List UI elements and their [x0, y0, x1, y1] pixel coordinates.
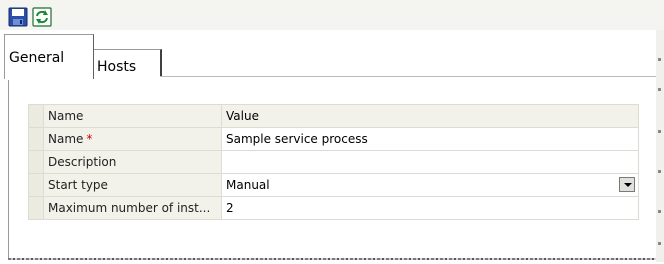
- refresh-icon: [32, 7, 52, 27]
- row-gutter[interactable]: [28, 127, 44, 151]
- property-label: Maximum number of inst...: [43, 196, 222, 220]
- property-row-name[interactable]: Name * Sample service process: [28, 127, 639, 151]
- start-type-selected-value: Manual: [226, 178, 270, 192]
- tab-general[interactable]: General: [4, 34, 94, 79]
- edge-mark: [658, 170, 661, 173]
- start-type-select[interactable]: Manual: [221, 173, 639, 197]
- max-instances-value-field[interactable]: 2: [221, 196, 639, 220]
- tab-hosts[interactable]: Hosts: [93, 49, 162, 76]
- property-row-start-type[interactable]: Start type Manual: [28, 173, 639, 197]
- column-header-name[interactable]: Name: [43, 104, 222, 128]
- row-gutter[interactable]: [28, 196, 44, 220]
- row-gutter: [28, 104, 44, 128]
- chevron-down-icon[interactable]: [619, 177, 635, 192]
- column-header-value[interactable]: Value: [221, 104, 639, 128]
- floppy-disk-icon: [8, 7, 28, 27]
- save-button[interactable]: [8, 7, 28, 27]
- edge-mark: [658, 130, 661, 133]
- property-row-max-instances[interactable]: Maximum number of inst... 2: [28, 196, 639, 220]
- row-gutter[interactable]: [28, 150, 44, 174]
- property-row-description[interactable]: Description: [28, 150, 639, 174]
- tab-strip: General Hosts: [0, 30, 664, 80]
- tab-strip-divider: [160, 76, 660, 77]
- edge-mark: [658, 88, 661, 91]
- required-marker: *: [86, 132, 93, 146]
- property-label: Description: [43, 150, 222, 174]
- panel-bottom-edge: [8, 258, 658, 260]
- row-gutter[interactable]: [28, 173, 44, 197]
- window-right-edge: [656, 30, 664, 262]
- edge-mark: [658, 58, 661, 61]
- grid-header-row: Name Value: [28, 104, 639, 128]
- edge-mark: [658, 210, 661, 213]
- toolbar: [0, 0, 664, 30]
- property-label: Name *: [43, 127, 222, 151]
- tab-hosts-label: Hosts: [97, 59, 137, 75]
- property-label: Start type: [43, 173, 222, 197]
- refresh-button[interactable]: [32, 7, 52, 27]
- description-value-field[interactable]: [221, 150, 639, 174]
- name-value-field[interactable]: Sample service process: [221, 127, 639, 151]
- tab-general-label: General: [9, 50, 65, 66]
- property-label-text: Name: [48, 132, 84, 146]
- edge-mark: [658, 242, 661, 245]
- property-grid: Name Value Name * Sample service process …: [28, 104, 639, 220]
